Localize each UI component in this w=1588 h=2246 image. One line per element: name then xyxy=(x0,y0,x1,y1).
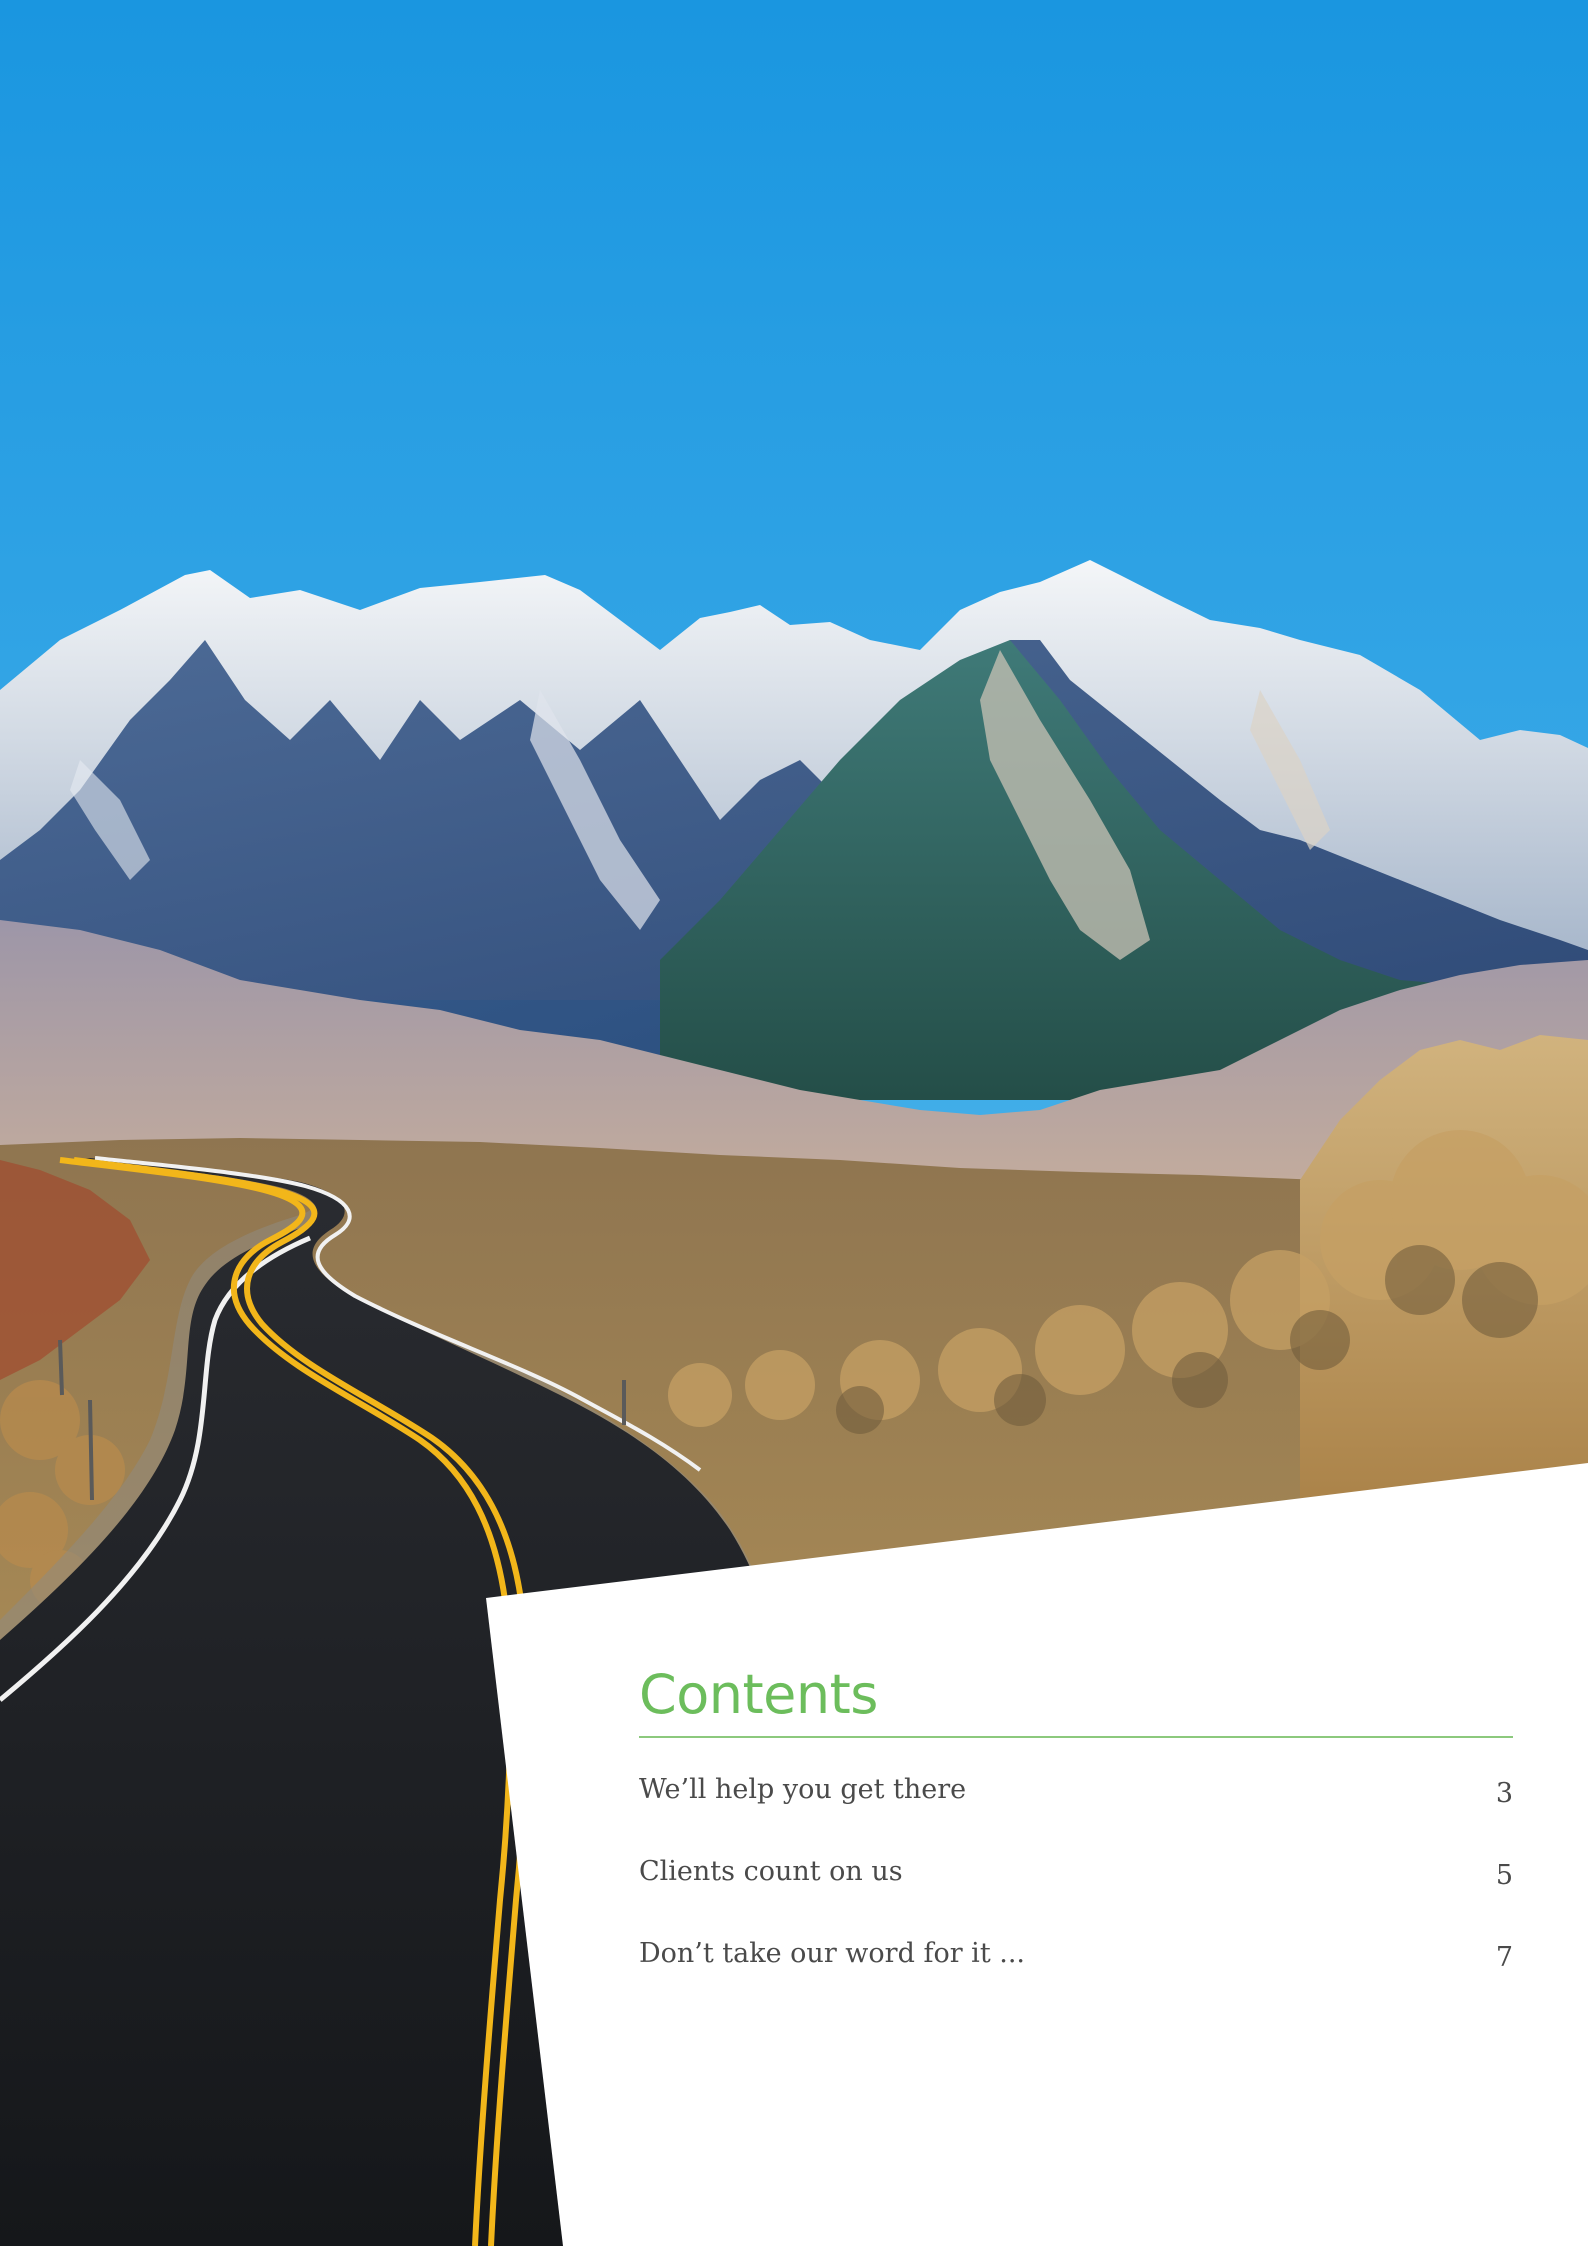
toc-item-page-number: 5 xyxy=(1495,1860,1513,1891)
toc-item-get-there[interactable]: We’ll help you get there 3 xyxy=(639,1774,1513,1856)
toc-list: We’ll help you get there 3 Clients count… xyxy=(639,1774,1513,2020)
toc-item-label: Don’t take our word for it ... xyxy=(639,1938,1026,1969)
toc-item-page-number: 7 xyxy=(1495,1942,1513,1973)
toc-item-label: Clients count on us xyxy=(639,1856,903,1887)
contents-title: Contents xyxy=(639,1668,1513,1738)
toc-item-testimonials[interactable]: Don’t take our word for it ... 7 xyxy=(639,1938,1513,2020)
toc-item-label: We’ll help you get there xyxy=(639,1774,967,1805)
table-of-contents: Contents We’ll help you get there 3 Clie… xyxy=(639,1668,1513,2020)
brochure-page: Contents We’ll help you get there 3 Clie… xyxy=(0,0,1588,2246)
toc-item-page-number: 3 xyxy=(1495,1778,1513,1809)
toc-item-clients[interactable]: Clients count on us 5 xyxy=(639,1856,1513,1938)
